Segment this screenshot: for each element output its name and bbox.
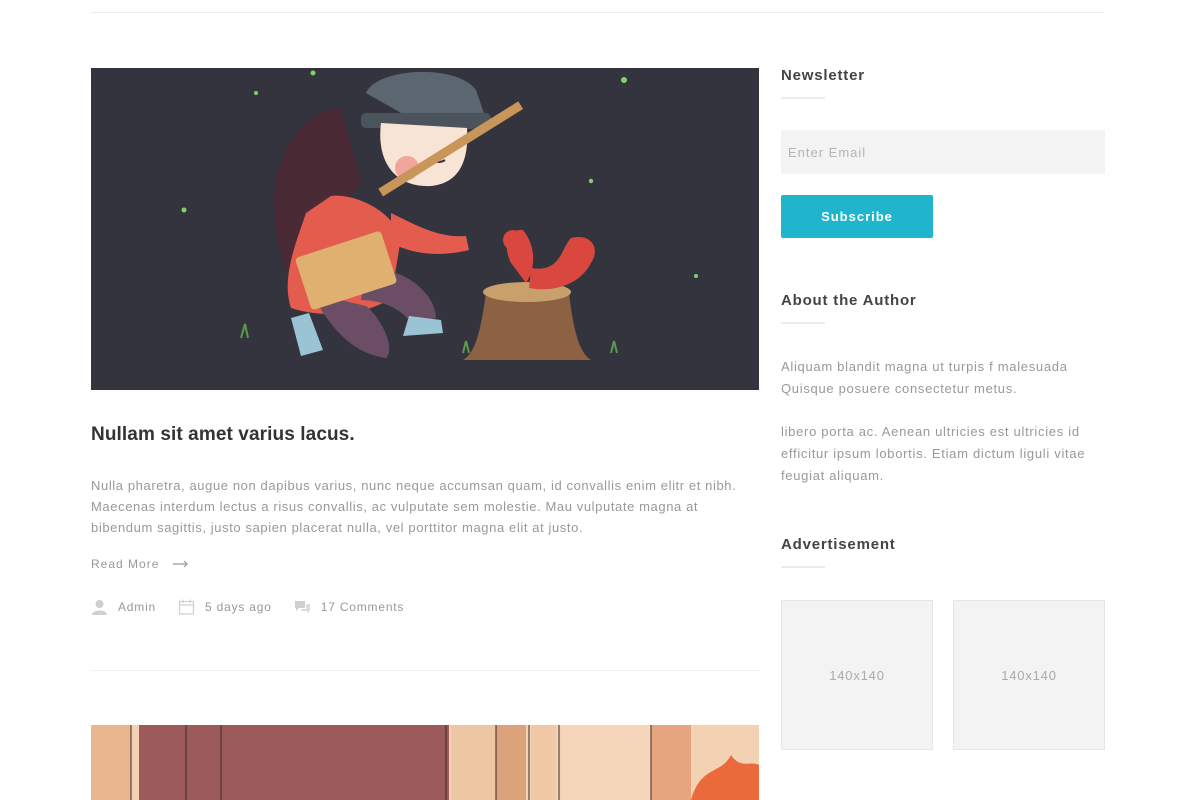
- ad-slot-2[interactable]: 140x140: [953, 600, 1105, 750]
- calendar-icon: [178, 599, 195, 615]
- post-excerpt: Nulla pharetra, augue non dapibus varius…: [91, 478, 737, 535]
- post-meta: Admin 5 days ago 17 Comments: [91, 598, 404, 616]
- meta-comments[interactable]: 17 Comments: [294, 599, 405, 615]
- meta-date: 5 days ago: [178, 599, 272, 615]
- read-more-link[interactable]: Read More: [91, 556, 189, 572]
- about-author-title: About the Author: [781, 292, 917, 309]
- girl-guitar-illustration: [91, 68, 759, 390]
- meta-comments-label: 17 Comments: [320, 600, 405, 614]
- post-title[interactable]: Nullam sit amet varius lacus.: [91, 424, 759, 446]
- ad-slot-1[interactable]: 140x140: [781, 600, 933, 750]
- subscribe-button[interactable]: Subscribe: [781, 195, 933, 238]
- user-icon: [92, 600, 107, 615]
- about-author-paragraph-2: libero porta ac. Aenean ultricies est ul…: [781, 424, 1086, 483]
- about-author-paragraph-1: Aliquam blandit magna ut turpis f malesu…: [781, 359, 1068, 396]
- read-more-label: Read More: [91, 557, 160, 571]
- email-input[interactable]: [781, 130, 1105, 174]
- comments-icon: [294, 601, 310, 614]
- about-author-title-underline: [781, 322, 825, 324]
- ad-slot-1-label: 140x140: [829, 667, 885, 683]
- meta-author[interactable]: Admin: [91, 599, 156, 615]
- post-featured-image[interactable]: [91, 68, 759, 390]
- header-divider: [91, 12, 1105, 13]
- forest-illustration: [91, 725, 759, 800]
- advertisement-title: Advertisement: [781, 536, 896, 553]
- arrow-right-icon: [173, 560, 189, 568]
- newsletter-title-underline: [781, 97, 825, 99]
- advertisement-title-underline: [781, 566, 825, 568]
- post-divider: [91, 670, 759, 671]
- newsletter-title: Newsletter: [781, 67, 865, 84]
- meta-author-label: Admin: [118, 600, 157, 614]
- next-post-image[interactable]: [91, 725, 759, 800]
- meta-date-label: 5 days ago: [205, 600, 272, 614]
- ad-slot-2-label: 140x140: [1001, 667, 1057, 683]
